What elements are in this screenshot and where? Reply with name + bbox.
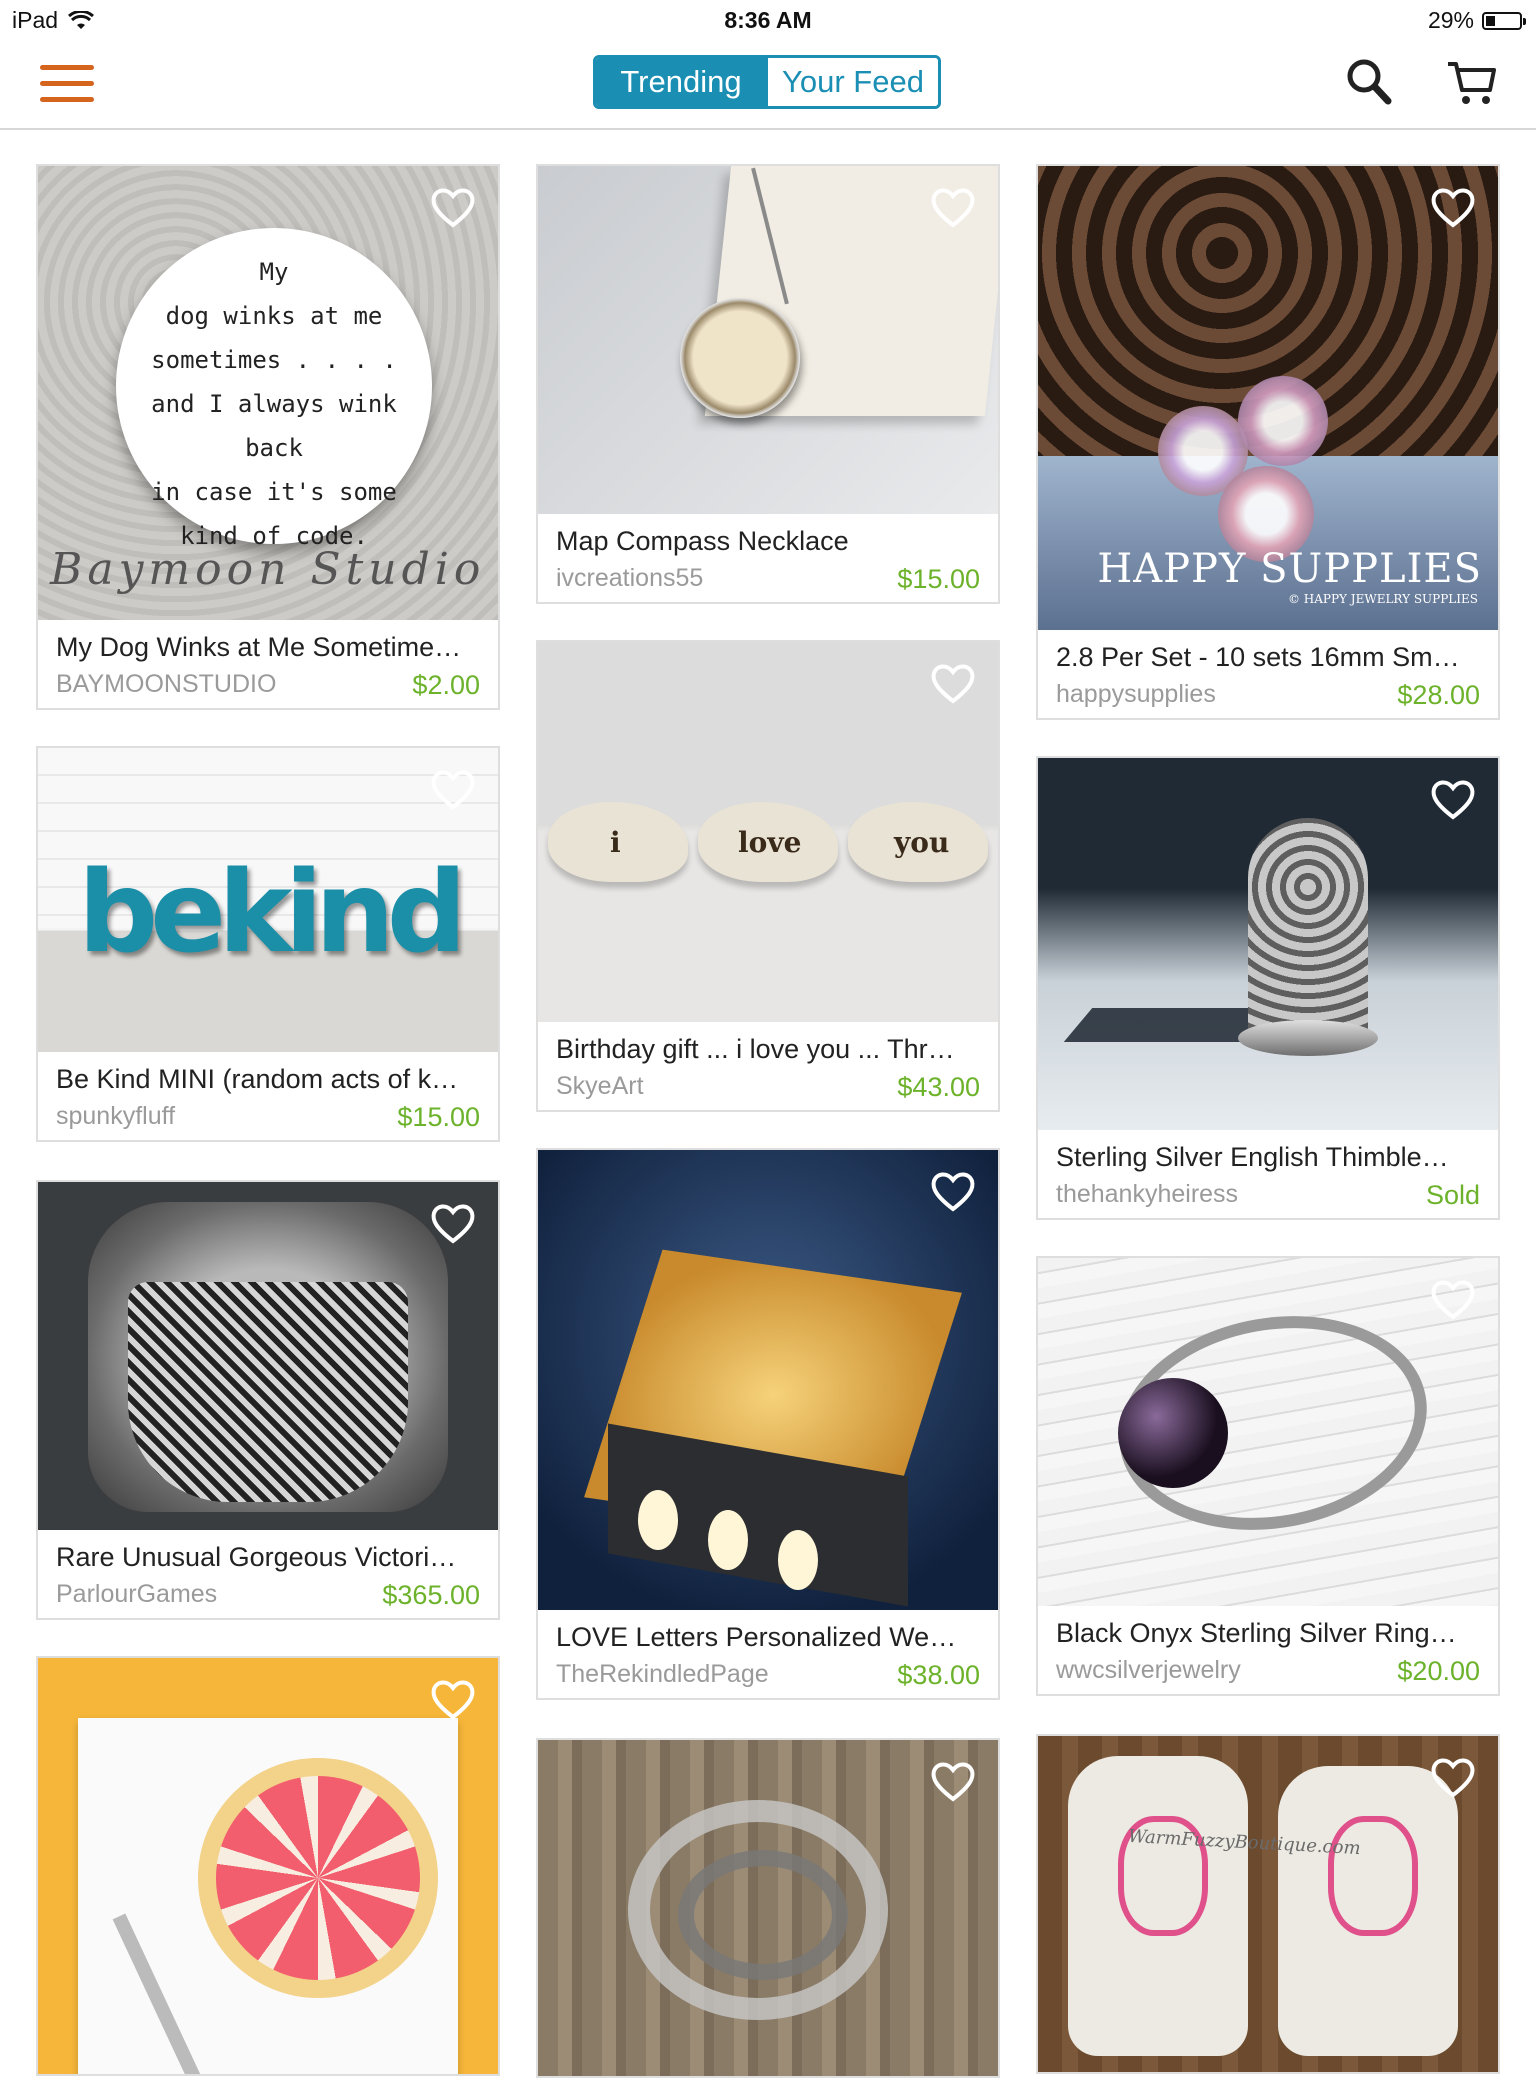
listing-card[interactable]: LOVE Letters Personalized We… TheRekindl… [536, 1148, 1000, 1700]
listing-card[interactable]: bekind Be Kind MINI (random acts of k… s… [36, 746, 500, 1142]
image-text: sometimes . . . . [151, 346, 397, 374]
battery-percent: 29% [1427, 7, 1474, 33]
image-text: i [610, 826, 621, 859]
listing-image: My dog winks at me sometimes . . . . and… [38, 166, 498, 620]
listing-card[interactable] [536, 1738, 1000, 2078]
image-brand: HAPPY SUPPLIES [1097, 546, 1482, 592]
menu-icon[interactable] [40, 62, 94, 106]
image-sub: © HAPPY JEWELRY SUPPLIES [1287, 592, 1478, 606]
listing-shop[interactable]: ivcreations55 [556, 564, 703, 593]
favorite-heart-icon[interactable] [430, 768, 476, 810]
listing-card[interactable]: Sterling Silver English Thimble… thehank… [1036, 756, 1500, 1220]
listing-card[interactable]: WarmFuzzyBoutique.com [1036, 1734, 1500, 2074]
listing-card[interactable] [36, 1656, 500, 2076]
listing-card[interactable]: Map Compass Necklace ivcreations55 $15.0… [536, 164, 1000, 604]
listing-title: Black Onyx Sterling Silver Ring… [1056, 1618, 1457, 1648]
favorite-heart-icon[interactable] [1430, 778, 1476, 820]
listing-price: $2.00 [412, 670, 480, 700]
listing-price: $28.00 [1397, 680, 1480, 710]
listing-card[interactable]: HAPPY SUPPLIES © HAPPY JEWELRY SUPPLIES … [1036, 164, 1500, 720]
image-brand: Baymoon Studio [50, 544, 486, 595]
clock: 8:36 AM [724, 7, 812, 33]
favorite-heart-icon[interactable] [1430, 186, 1476, 228]
status-bar: iPad 8:36 AM 29% [0, 0, 1536, 40]
listing-price: $15.00 [397, 1102, 480, 1132]
listing-shop[interactable]: spunkyfluff [56, 1102, 175, 1131]
listing-title: Rare Unusual Gorgeous Victori… [56, 1542, 457, 1572]
listing-title: LOVE Letters Personalized We… [556, 1622, 957, 1652]
listing-image [38, 1182, 498, 1530]
image-text: love [738, 826, 802, 859]
listing-image [1038, 758, 1498, 1130]
listing-price: $365.00 [382, 1580, 480, 1610]
feed-toggle: Trending Your Feed [593, 55, 941, 109]
tab-your-feed[interactable]: Your Feed [766, 58, 938, 106]
listing-price: Sold [1425, 1180, 1480, 1210]
listing-card[interactable]: My dog winks at me sometimes . . . . and… [36, 164, 500, 710]
favorite-heart-icon[interactable] [930, 662, 976, 704]
favorite-heart-icon[interactable] [430, 1678, 476, 1720]
listing-image: bekind [38, 748, 498, 1052]
listing-shop[interactable]: ParlourGames [56, 1580, 217, 1609]
listing-card[interactable]: i love you Birthday gift ... i love you … [536, 640, 1000, 1112]
favorite-heart-icon[interactable] [430, 186, 476, 228]
listing-shop[interactable]: SkyeArt [556, 1072, 644, 1101]
listing-title: My Dog Winks at Me Sometime… [56, 632, 462, 662]
listing-price: $43.00 [897, 1072, 980, 1102]
listing-title: 2.8 Per Set - 10 sets 16mm Sm… [1056, 642, 1460, 672]
listing-shop[interactable]: happysupplies [1056, 680, 1216, 709]
listing-image [538, 1740, 998, 2076]
favorite-heart-icon[interactable] [1430, 1756, 1476, 1798]
image-text: dog winks at me [165, 302, 383, 330]
tab-trending[interactable]: Trending [596, 58, 766, 106]
favorite-heart-icon[interactable] [1430, 1278, 1476, 1320]
image-text: you [894, 826, 950, 859]
listing-price: $15.00 [897, 564, 980, 594]
listing-image [1038, 1258, 1498, 1606]
search-icon[interactable] [1344, 54, 1396, 110]
listing-image: HAPPY SUPPLIES © HAPPY JEWELRY SUPPLIES [1038, 166, 1498, 630]
listing-title: Be Kind MINI (random acts of k… [56, 1064, 459, 1094]
listing-price: $38.00 [897, 1660, 980, 1690]
listing-image [38, 1658, 498, 2074]
listing-price: $20.00 [1397, 1656, 1480, 1686]
listing-card[interactable]: Black Onyx Sterling Silver Ring… wwcsilv… [1036, 1256, 1500, 1696]
image-text: and I always wink back [151, 390, 397, 462]
listing-title: Sterling Silver English Thimble… [1056, 1142, 1449, 1172]
cart-icon[interactable] [1446, 54, 1498, 110]
listing-image: WarmFuzzyBoutique.com [1038, 1736, 1498, 2072]
listing-shop[interactable]: thehankyheiress [1056, 1180, 1238, 1209]
favorite-heart-icon[interactable] [930, 1760, 976, 1802]
favorite-heart-icon[interactable] [930, 1170, 976, 1212]
listing-image [538, 166, 998, 514]
battery-icon [1482, 11, 1526, 30]
listing-image [538, 1150, 998, 1610]
nav-bar: Trending Your Feed [0, 40, 1536, 130]
favorite-heart-icon[interactable] [430, 1202, 476, 1244]
image-text: bekind [78, 848, 467, 978]
favorite-heart-icon[interactable] [930, 186, 976, 228]
listing-shop[interactable]: wwcsilverjewelry [1056, 1656, 1241, 1685]
listing-title: Map Compass Necklace [556, 526, 849, 556]
listing-image: i love you [538, 642, 998, 1022]
listing-title: Birthday gift ... i love you ... Thr… [556, 1034, 955, 1064]
image-text: in case it's some [151, 478, 397, 506]
image-text: My [259, 258, 289, 286]
listing-shop[interactable]: TheRekindledPage [556, 1660, 769, 1689]
listing-card[interactable]: Rare Unusual Gorgeous Victori… ParlourGa… [36, 1180, 500, 1620]
listing-shop[interactable]: BAYMOONSTUDIO [56, 670, 276, 699]
